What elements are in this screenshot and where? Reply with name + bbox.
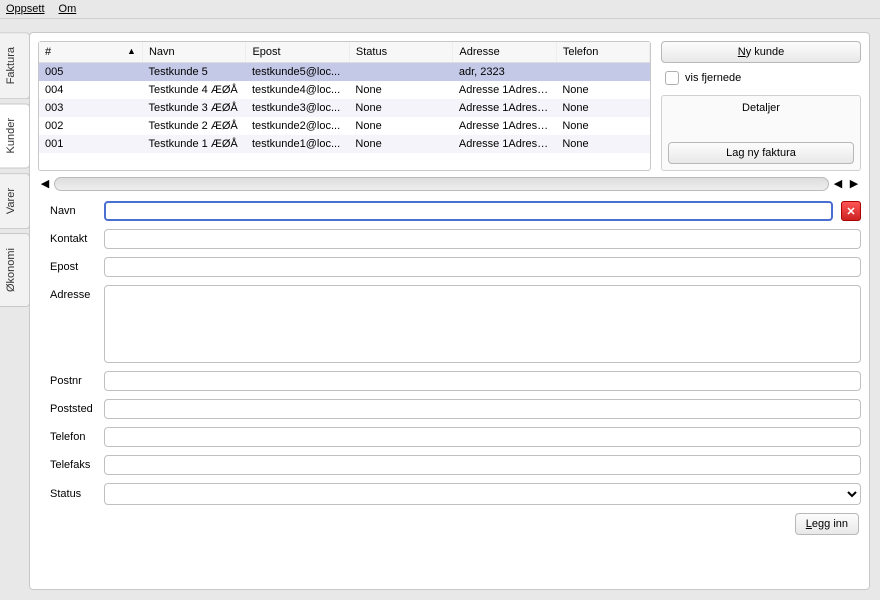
telefaks-input[interactable] [104, 455, 861, 475]
col-navn[interactable]: Navn [142, 42, 245, 63]
horizontal-scrollbar[interactable]: ◀ ◀ ▶ [38, 177, 861, 191]
delete-button[interactable]: ✕ [841, 201, 861, 221]
scroll-right-icon[interactable]: ▶ [847, 178, 861, 190]
table-row[interactable]: 004Testkunde 4 ÆØÅtestkunde4@loc...NoneA… [39, 81, 650, 99]
menu-om[interactable]: Om [59, 3, 77, 15]
col-epost[interactable]: Epost [246, 42, 349, 63]
cell-navn: Testkunde 2 ÆØÅ [142, 117, 245, 135]
scroll-left2-icon[interactable]: ◀ [831, 178, 845, 190]
close-icon: ✕ [846, 205, 855, 218]
cell-num: 002 [39, 117, 142, 135]
cell-num: 004 [39, 81, 142, 99]
cell-epost: testkunde5@loc... [246, 63, 349, 82]
sort-indicator-icon: ▲ [127, 46, 136, 56]
label-epost: Epost [38, 261, 96, 273]
tab-kunder[interactable]: Kunder [0, 103, 30, 168]
cell-adresse: adr, 2323 [453, 63, 556, 82]
cell-adresse: Adresse 1Adress... [453, 81, 556, 99]
cell-status: None [349, 99, 452, 117]
kontakt-input[interactable] [104, 229, 861, 249]
col-num[interactable]: #▲ [39, 42, 142, 63]
detaljer-box: Detaljer Lag ny faktura [661, 95, 861, 171]
cell-epost: testkunde2@loc... [246, 117, 349, 135]
cell-adresse: Adresse 1Adress... [453, 117, 556, 135]
tab-okonomi[interactable]: Økonomi [0, 233, 30, 307]
col-status[interactable]: Status [349, 42, 452, 63]
telefon-input[interactable] [104, 427, 861, 447]
cell-adresse: Adresse 1Adress... [453, 99, 556, 117]
cell-navn: Testkunde 4 ÆØÅ [142, 81, 245, 99]
ny-kunde-rest: y kunde [746, 46, 785, 58]
label-telefaks: Telefaks [38, 459, 96, 471]
cell-status: None [349, 81, 452, 99]
vis-fjernede-row[interactable]: vis fjernede [661, 69, 861, 87]
label-adresse: Adresse [38, 285, 96, 301]
cell-adresse: Adresse 1Adress... [453, 135, 556, 153]
main-panel: #▲ Navn Epost Status Adresse Telefon 005… [29, 32, 870, 590]
status-select[interactable] [104, 483, 861, 505]
poststed-input[interactable] [104, 399, 861, 419]
side-column: Ny kunde vis fjernede Detaljer Lag ny fa… [661, 41, 861, 171]
cell-num: 003 [39, 99, 142, 117]
cell-navn: Testkunde 5 [142, 63, 245, 82]
cell-telefon [556, 63, 649, 82]
epost-input[interactable] [104, 257, 861, 277]
cell-status: None [349, 117, 452, 135]
table-row[interactable]: 001Testkunde 1 ÆØÅtestkunde1@loc...NoneA… [39, 135, 650, 153]
adresse-textarea[interactable] [104, 285, 861, 363]
ny-kunde-button[interactable]: Ny kunde [661, 41, 861, 63]
cell-navn: Testkunde 3 ÆØÅ [142, 99, 245, 117]
vis-fjernede-checkbox[interactable] [665, 71, 679, 85]
table-row[interactable]: 002Testkunde 2 ÆØÅtestkunde2@loc...NoneA… [39, 117, 650, 135]
scroll-left-icon[interactable]: ◀ [38, 178, 52, 190]
tab-faktura[interactable]: Faktura [0, 32, 30, 99]
label-kontakt: Kontakt [38, 233, 96, 245]
col-telefon[interactable]: Telefon [556, 42, 649, 63]
lag-ny-faktura-button[interactable]: Lag ny faktura [668, 142, 854, 164]
label-navn: Navn [38, 205, 96, 217]
postnr-input[interactable] [104, 371, 861, 391]
customer-form: Navn ✕ Kontakt Epost Adresse Postnr P [38, 201, 861, 535]
tab-varer[interactable]: Varer [0, 173, 30, 229]
vis-fjernede-label: vis fjernede [685, 72, 741, 84]
cell-epost: testkunde1@loc... [246, 135, 349, 153]
cell-epost: testkunde4@loc... [246, 81, 349, 99]
col-adresse[interactable]: Adresse [453, 42, 556, 63]
cell-num: 005 [39, 63, 142, 82]
label-poststed: Poststed [38, 403, 96, 415]
navn-input[interactable] [104, 201, 833, 221]
cell-status: None [349, 135, 452, 153]
table-row[interactable]: 003Testkunde 3 ÆØÅtestkunde3@loc...NoneA… [39, 99, 650, 117]
detaljer-label: Detaljer [668, 102, 854, 114]
customer-table: #▲ Navn Epost Status Adresse Telefon 005… [38, 41, 651, 171]
cell-status [349, 63, 452, 82]
cell-telefon: None [556, 117, 649, 135]
label-telefon: Telefon [38, 431, 96, 443]
legg-inn-button[interactable]: Legg inn [795, 513, 859, 535]
cell-navn: Testkunde 1 ÆØÅ [142, 135, 245, 153]
cell-telefon: None [556, 81, 649, 99]
label-status: Status [38, 488, 96, 500]
cell-telefon: None [556, 135, 649, 153]
menu-oppsett[interactable]: Oppsett [6, 3, 45, 15]
scroll-track[interactable] [54, 177, 829, 191]
vertical-tabs: Faktura Kunder Varer Økonomi [0, 32, 30, 307]
cell-telefon: None [556, 99, 649, 117]
cell-epost: testkunde3@loc... [246, 99, 349, 117]
cell-num: 001 [39, 135, 142, 153]
menubar: Oppsett Om [0, 0, 880, 19]
table-row[interactable]: 005Testkunde 5testkunde5@loc... adr, 2323 [39, 63, 650, 82]
label-postnr: Postnr [38, 375, 96, 387]
